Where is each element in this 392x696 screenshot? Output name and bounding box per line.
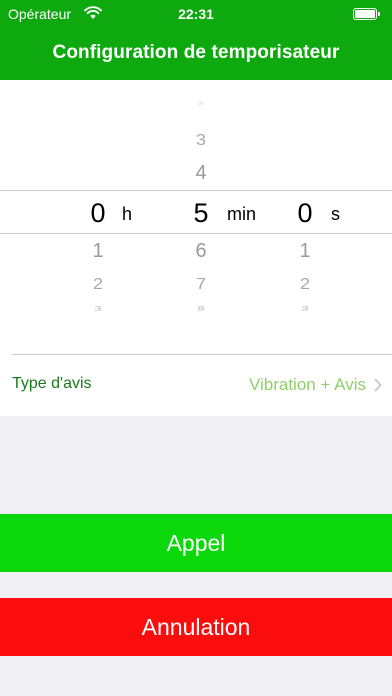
- hours-wheel[interactable]: 0 1 2 3: [68, 80, 128, 354]
- notification-type-value[interactable]: Vibration + Avis: [249, 375, 366, 395]
- seconds-option[interactable]: 3: [275, 304, 335, 312]
- status-bar: Opérateur 22:31: [0, 0, 392, 28]
- cancel-button[interactable]: Annulation: [0, 598, 392, 656]
- call-button[interactable]: Appel: [0, 514, 392, 572]
- minutes-selected-value: 5: [193, 198, 209, 228]
- minutes-option[interactable]: 4: [171, 162, 231, 185]
- seconds-wheel[interactable]: 0 1 2 3: [275, 80, 335, 354]
- minutes-wheel[interactable]: 2 3 4 5 6 7 8: [171, 80, 231, 354]
- minutes-option[interactable]: 3: [171, 132, 231, 150]
- status-time: 22:31: [178, 6, 214, 22]
- minutes-option[interactable]: 6: [171, 240, 231, 263]
- hours-option[interactable]: 2: [68, 276, 128, 294]
- seconds-selected-value: 0: [297, 198, 313, 228]
- timer-config-screen: Opérateur 22:31 Configuration de tempori…: [0, 0, 392, 696]
- seconds-unit-label: s: [331, 204, 340, 224]
- seconds-option[interactable]: 1: [275, 240, 335, 263]
- minutes-option[interactable]: 7: [171, 276, 231, 294]
- notification-type-row[interactable]: Type d'avis Vibration + Avis: [0, 354, 392, 416]
- notification-type-label: Type d'avis: [12, 375, 92, 392]
- hours-option[interactable]: 1: [68, 240, 128, 263]
- divider: [12, 354, 392, 355]
- battery-tip: [378, 12, 380, 16]
- battery-fill: [355, 10, 375, 18]
- page-title: Configuration de temporisateur: [52, 42, 340, 63]
- hours-selected-value: 0: [90, 198, 106, 228]
- seconds-option[interactable]: 2: [275, 276, 335, 294]
- battery-icon: [353, 8, 381, 20]
- hours-option[interactable]: 3: [68, 304, 128, 312]
- header: Opérateur 22:31 Configuration de tempori…: [0, 0, 392, 80]
- hours-unit-label: h: [122, 204, 133, 224]
- bottom-spacer: [0, 656, 392, 696]
- battery-body: [353, 8, 377, 20]
- minutes-option[interactable]: 8: [171, 304, 231, 312]
- chevron-right-icon: [374, 378, 382, 392]
- minutes-option[interactable]: 2: [171, 102, 231, 106]
- minutes-unit-label: min: [227, 204, 257, 224]
- time-picker[interactable]: 0 1 2 3 h 2 3 4 5 6 7 8 min 0 1 2 3 s: [0, 80, 392, 354]
